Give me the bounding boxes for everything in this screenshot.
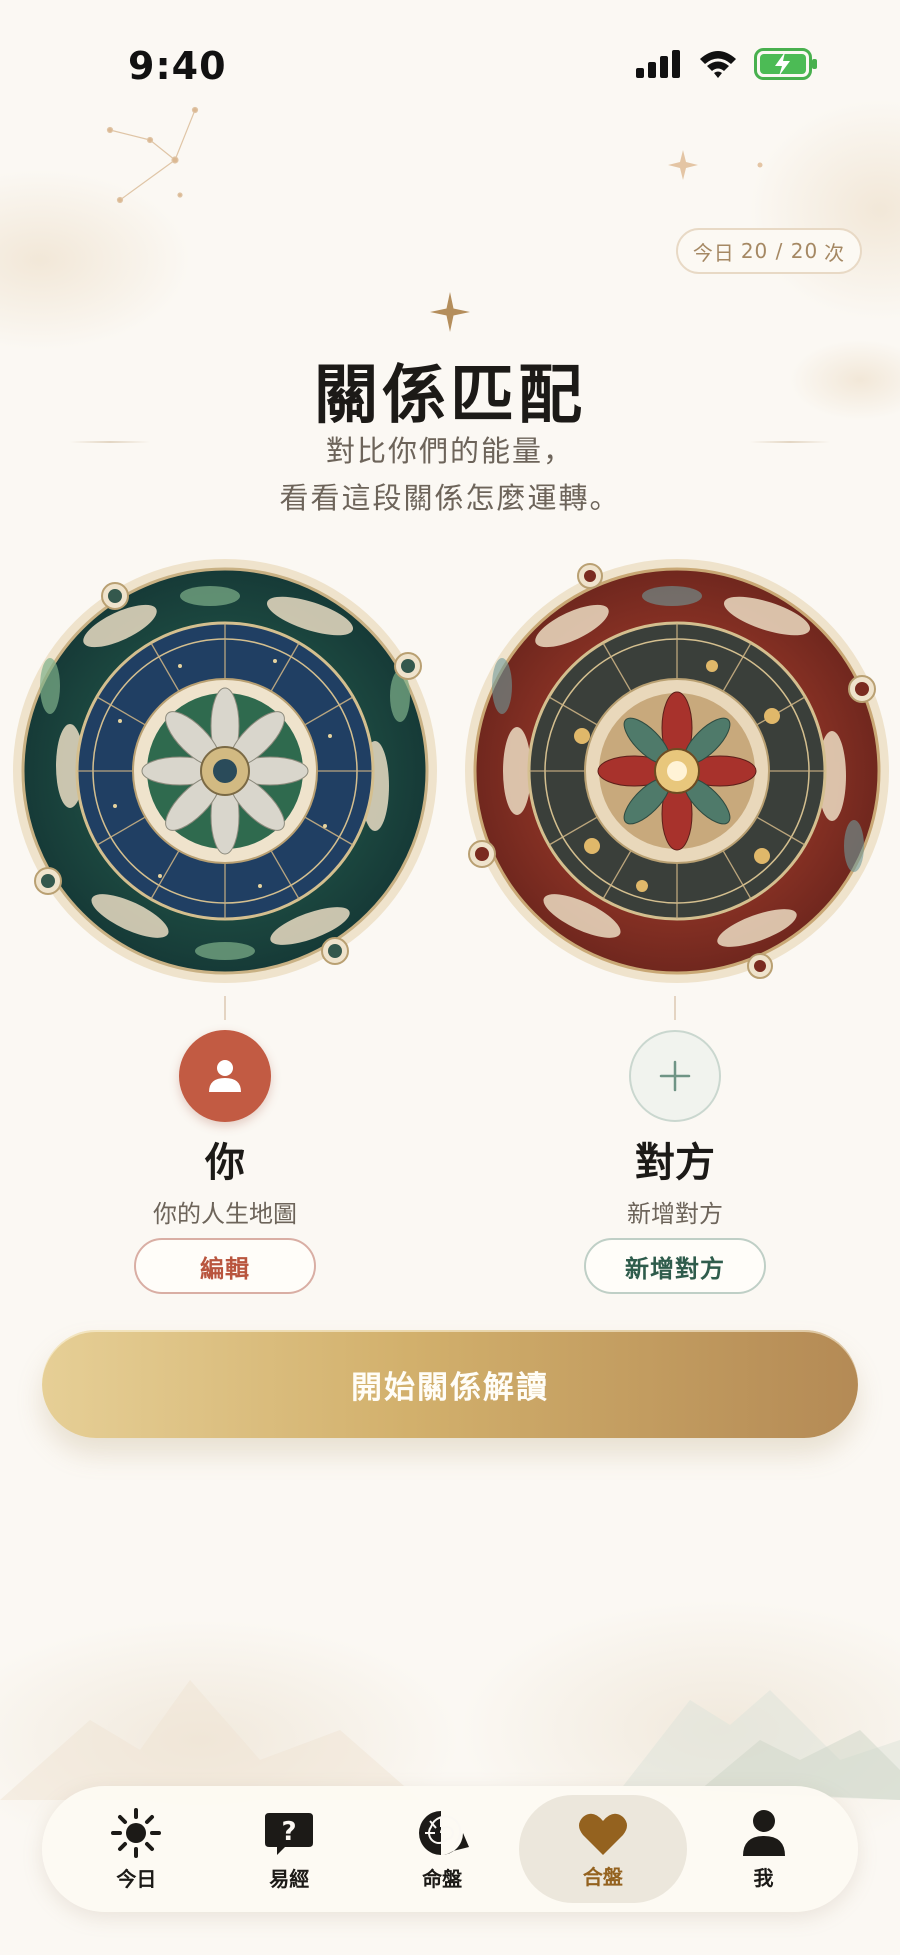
add-partner-button[interactable]: 新增對方 xyxy=(584,1238,766,1294)
quota-count: 20 / 20 xyxy=(740,239,819,263)
bottom-tab-bar: 今日 ? 易經 命盤 合盤 我 xyxy=(42,1786,858,1912)
battery-charging-icon xyxy=(754,48,817,80)
your-chart-mandala xyxy=(13,559,437,983)
tab-me-label: 我 xyxy=(753,1865,774,1890)
tab-chart[interactable]: 命盤 xyxy=(366,1795,519,1903)
page-title: 關係匹配 xyxy=(314,358,586,433)
tab-iching-label: 易經 xyxy=(269,1866,310,1891)
page-subtitle: 對比你們的能量， 看看這段關係怎麼運轉。 xyxy=(0,428,900,522)
tab-today[interactable]: 今日 xyxy=(60,1795,213,1903)
person-icon xyxy=(209,1060,241,1092)
your-chart-connector xyxy=(224,996,226,1020)
partner-name: 對方 xyxy=(635,1140,715,1186)
person-icon xyxy=(742,1809,785,1856)
svg-text:?: ? xyxy=(282,1817,297,1847)
subtitle-line-1: 對比你們的能量， xyxy=(325,434,574,468)
tab-today-label: 今日 xyxy=(116,1866,157,1891)
your-name: 你 xyxy=(205,1140,245,1186)
sparkle-icon xyxy=(430,292,470,332)
add-partner-avatar[interactable] xyxy=(629,1030,721,1122)
quota-unit: 次 xyxy=(824,240,846,265)
wifi-icon xyxy=(700,51,736,78)
tab-me[interactable]: 我 xyxy=(687,1795,840,1903)
plus-icon xyxy=(659,1060,691,1092)
your-avatar[interactable] xyxy=(179,1030,271,1122)
start-reading-button[interactable]: 開始關係解讀 xyxy=(42,1330,858,1438)
quota-prefix: 今日 xyxy=(692,240,735,265)
sun-icon xyxy=(111,1807,162,1858)
partner-chart-connector xyxy=(674,996,676,1020)
edit-button[interactable]: 編輯 xyxy=(134,1238,316,1294)
question-bubble-icon: ? xyxy=(265,1812,314,1855)
daily-quota-badge: 今日 20 / 20 次 xyxy=(676,228,862,274)
your-subtitle: 你的人生地圖 xyxy=(153,1200,297,1228)
status-bar: 9:40 xyxy=(0,0,900,130)
status-time: 9:40 xyxy=(128,44,227,88)
heart-icon xyxy=(578,1813,627,1855)
tab-iching[interactable]: ? 易經 xyxy=(213,1795,366,1903)
partner-chart-mandala xyxy=(465,559,889,983)
tab-synastry[interactable]: 合盤 xyxy=(518,1795,688,1903)
tab-chart-label: 命盤 xyxy=(422,1866,463,1891)
partner-subtitle: 新增對方 xyxy=(627,1200,723,1228)
status-icons xyxy=(636,48,818,80)
nautilus-shell-icon xyxy=(419,1810,470,1855)
signal-icon xyxy=(636,50,680,78)
subtitle-line-2: 看看這段關係怎麼運轉。 xyxy=(279,481,621,515)
tab-synastry-label: 合盤 xyxy=(582,1864,623,1889)
